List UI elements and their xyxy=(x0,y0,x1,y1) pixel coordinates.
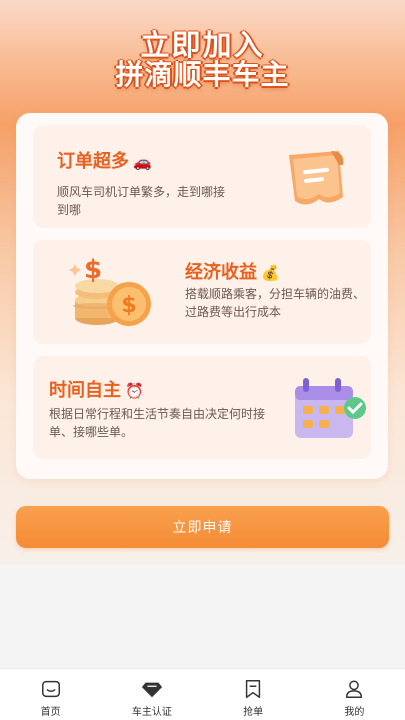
card-title: 经济收益 💰 xyxy=(185,258,280,284)
money-bag-emoji: 💰 xyxy=(261,264,280,282)
tab-grab-order[interactable]: 抢单 xyxy=(203,669,304,720)
svg-text:$: $ xyxy=(84,255,102,285)
hero-title-line1: 立即加入 xyxy=(140,28,265,62)
hero-title: 立即加入 拼滴顺丰车主 xyxy=(0,30,405,90)
tab-home[interactable]: 首页 xyxy=(0,669,101,720)
coins-icon: $ $ xyxy=(69,255,151,326)
car-emoji: 🚗 xyxy=(133,153,152,171)
calendar-check-icon xyxy=(295,378,366,438)
alarm-clock-emoji: ⏰ xyxy=(125,382,144,400)
receipt-icon xyxy=(289,151,344,205)
home-icon xyxy=(41,680,60,698)
bookmark-icon xyxy=(245,680,261,698)
hero-title-line2: 拼滴顺丰车主 xyxy=(115,58,290,91)
tab-label: 首页 xyxy=(40,707,61,718)
tab-label: 我的 xyxy=(344,707,365,718)
card-title: 时间自主 ⏰ xyxy=(49,376,144,402)
tab-driver-certification[interactable]: 车主认证 xyxy=(101,669,202,720)
tab-mine[interactable]: 我的 xyxy=(304,669,405,720)
card-title: 订单超多 🚗 xyxy=(57,147,152,173)
card-description: 顺风车司机订单繁多，走到哪接到哪 xyxy=(57,185,226,217)
svg-text:$: $ xyxy=(121,293,136,318)
card-title-text: 订单超多 xyxy=(57,151,129,172)
benefit-card-income: $ $ 经济收益 💰 搭载顺路乘客，分担车辆的油费、过路费等出行成本 xyxy=(33,240,371,344)
benefit-card-orders: 订单超多 🚗 顺风车司机订单繁多，走到哪接到哪 xyxy=(33,125,371,228)
benefits-panel: 订单超多 🚗 顺风车司机订单繁多，走到哪接到哪 $ $ 经济收益 💰 搭载顺路乘… xyxy=(16,113,388,479)
diamond-icon xyxy=(141,682,162,698)
tab-label: 抢单 xyxy=(243,707,264,718)
person-icon xyxy=(346,680,363,698)
card-description: 搭载顺路乘客，分担车辆的油费、过路费等出行成本 xyxy=(185,287,366,319)
card-title-text: 时间自主 xyxy=(49,380,121,401)
card-description: 根据日常行程和生活节奏自由决定何时接单、接哪些单。 xyxy=(49,407,266,439)
apply-button[interactable]: 立即申请 xyxy=(16,506,389,548)
benefit-card-time: 时间自主 ⏰ 根据日常行程和生活节奏自由决定何时接单、接哪些单。 xyxy=(33,356,371,459)
card-title-text: 经济收益 xyxy=(185,262,257,283)
tab-label: 车主认证 xyxy=(131,707,172,718)
bottom-tab-bar: 首页 车主认证 抢单 我的 xyxy=(0,668,405,720)
